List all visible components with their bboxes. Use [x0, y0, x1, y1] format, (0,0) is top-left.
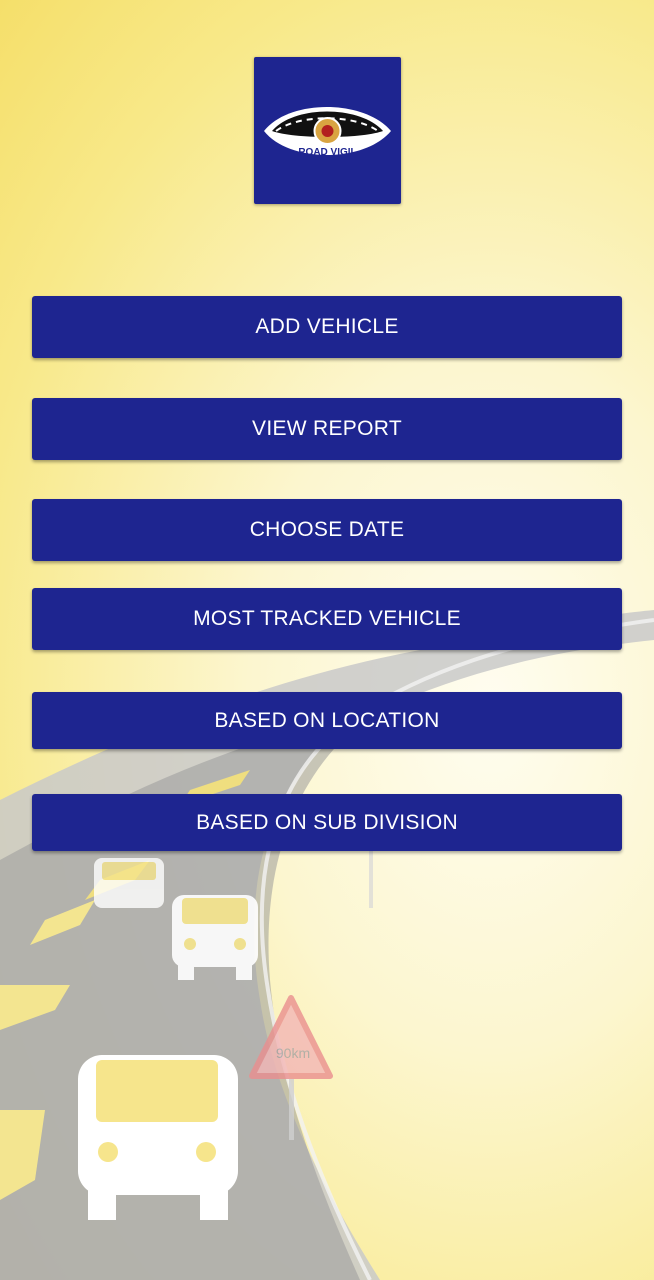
choose-date-button[interactable]: CHOOSE DATE [32, 499, 622, 561]
road-vigil-eye-icon: ROAD VIGIL [264, 107, 391, 158]
app-logo: ROAD VIGIL [254, 57, 401, 204]
add-vehicle-button[interactable]: ADD VEHICLE [32, 296, 622, 358]
view-report-button[interactable]: VIEW REPORT [32, 398, 622, 460]
logo-text: ROAD VIGIL [298, 147, 356, 158]
road-sign-text: 90km [276, 1045, 310, 1061]
based-on-sub-division-button[interactable]: BASED ON SUB DIVISION [32, 794, 622, 851]
based-on-location-button[interactable]: BASED ON LOCATION [32, 692, 622, 749]
most-tracked-vehicle-button[interactable]: MOST TRACKED VEHICLE [32, 588, 622, 650]
